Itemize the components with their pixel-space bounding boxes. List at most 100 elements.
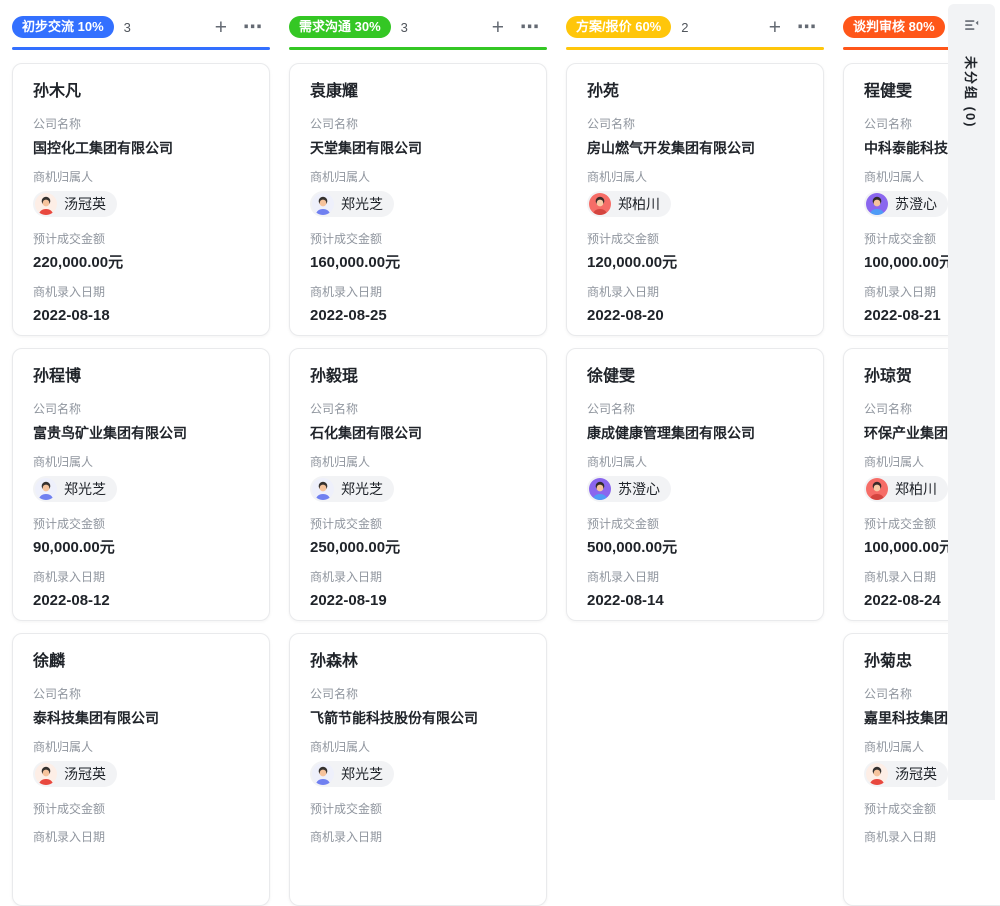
scrollbar-track[interactable]	[995, 0, 1000, 800]
card-list: 孙木凡 公司名称 国控化工集团有限公司 商机归属人 汤冠英 预计成交金额 220…	[12, 63, 270, 906]
opportunity-name: 袁康耀	[310, 81, 526, 103]
owner-label: 商机归属人	[310, 454, 526, 471]
owner-chip[interactable]: 郑柏川	[864, 476, 948, 502]
column-more-button[interactable]: ⋯	[243, 18, 262, 37]
opportunity-name: 徐健雯	[587, 366, 803, 388]
opportunity-name: 孙毅琨	[310, 366, 526, 388]
date-label: 商机录入日期	[310, 569, 526, 586]
owner-chip[interactable]: 汤冠英	[864, 761, 948, 787]
add-card-button[interactable]: +	[769, 17, 781, 38]
amount-value: 120,000.00元	[587, 253, 803, 273]
amount-label: 预计成交金额	[33, 516, 249, 533]
owner-chip[interactable]: 汤冠英	[33, 191, 117, 217]
column-header: 方案/报价 60% 2 + ⋯	[566, 14, 824, 40]
owner-name: 汤冠英	[64, 194, 106, 214]
person-avatar-icon	[312, 763, 334, 785]
opportunity-card[interactable]: 袁康耀 公司名称 天堂集团有限公司 商机归属人 郑光芝 预计成交金额 160,0…	[289, 63, 547, 336]
person-avatar-icon	[312, 478, 334, 500]
amount-label: 预计成交金额	[587, 516, 803, 533]
owner-label: 商机归属人	[33, 739, 249, 756]
person-avatar-icon	[312, 193, 334, 215]
company-label: 公司名称	[33, 401, 249, 418]
expand-group-icon[interactable]	[963, 17, 980, 39]
company-label: 公司名称	[310, 401, 526, 418]
owner-chip[interactable]: 郑光芝	[33, 476, 117, 502]
company-value: 天堂集团有限公司	[310, 138, 526, 158]
stage-column-3: 方案/报价 60% 2 + ⋯ 孙苑 公司名称 房山燃气开发集团有限公司 商机归…	[566, 14, 824, 800]
amount-value: 250,000.00元	[310, 538, 526, 558]
amount-label: 预计成交金额	[864, 801, 1000, 818]
owner-chip[interactable]: 苏澄心	[864, 191, 948, 217]
collapsed-group-panel[interactable]: 未分组 (0)	[948, 4, 995, 800]
column-color-bar	[12, 47, 270, 50]
company-value: 富贵鸟矿业集团有限公司	[33, 423, 249, 443]
opportunity-card[interactable]: 孙木凡 公司名称 国控化工集团有限公司 商机归属人 汤冠英 预计成交金额 220…	[12, 63, 270, 336]
amount-label: 预计成交金额	[33, 801, 249, 818]
owner-chip[interactable]: 汤冠英	[33, 761, 117, 787]
date-value: 2022-08-18	[33, 306, 249, 326]
stage-column-1: 初步交流 10% 3 + ⋯ 孙木凡 公司名称 国控化工集团有限公司 商机归属人…	[12, 14, 270, 800]
date-label: 商机录入日期	[587, 569, 803, 586]
owner-chip[interactable]: 郑光芝	[310, 761, 394, 787]
date-value: 2022-08-25	[310, 306, 526, 326]
company-value: 房山燃气开发集团有限公司	[587, 138, 803, 158]
amount-label: 预计成交金额	[33, 231, 249, 248]
date-value: 2022-08-12	[33, 591, 249, 611]
card-list: 孙苑 公司名称 房山燃气开发集团有限公司 商机归属人 郑柏川 预计成交金额 12…	[566, 63, 824, 621]
company-value: 国控化工集团有限公司	[33, 138, 249, 158]
owner-chip[interactable]: 郑光芝	[310, 191, 394, 217]
company-label: 公司名称	[587, 116, 803, 133]
amount-value: 160,000.00元	[310, 253, 526, 273]
date-label: 商机录入日期	[310, 829, 526, 846]
owner-name: 郑光芝	[341, 479, 383, 499]
company-value: 飞箭节能科技股份有限公司	[310, 708, 526, 728]
stage-badge[interactable]: 方案/报价 60%	[566, 16, 671, 38]
amount-label: 预计成交金额	[310, 801, 526, 818]
date-label: 商机录入日期	[33, 569, 249, 586]
column-count: 2	[681, 20, 688, 35]
owner-chip[interactable]: 苏澄心	[587, 476, 671, 502]
company-value: 康成健康管理集团有限公司	[587, 423, 803, 443]
amount-value: 220,000.00元	[33, 253, 249, 273]
owner-name: 郑柏川	[895, 479, 937, 499]
person-avatar-icon	[866, 763, 888, 785]
owner-label: 商机归属人	[310, 169, 526, 186]
person-avatar-icon	[35, 193, 57, 215]
opportunity-card[interactable]: 孙毅琨 公司名称 石化集团有限公司 商机归属人 郑光芝 预计成交金额 250,0…	[289, 348, 547, 621]
column-color-bar	[289, 47, 547, 50]
column-more-button[interactable]: ⋯	[797, 18, 816, 37]
opportunity-card[interactable]: 孙森林 公司名称 飞箭节能科技股份有限公司 商机归属人 郑光芝 预计成交金额 商…	[289, 633, 547, 906]
stage-badge[interactable]: 需求沟通 30%	[289, 16, 391, 38]
date-label: 商机录入日期	[33, 829, 249, 846]
collapsed-group-label: 未分组 (0)	[962, 56, 981, 129]
stage-badge[interactable]: 初步交流 10%	[12, 16, 114, 38]
amount-value: 500,000.00元	[587, 538, 803, 558]
add-card-button[interactable]: +	[215, 17, 227, 38]
date-label: 商机录入日期	[587, 284, 803, 301]
owner-name: 郑光芝	[341, 194, 383, 214]
column-header: 初步交流 10% 3 + ⋯	[12, 14, 270, 40]
company-label: 公司名称	[310, 116, 526, 133]
company-label: 公司名称	[310, 686, 526, 703]
opportunity-card[interactable]: 徐麟 公司名称 泰科技集团有限公司 商机归属人 汤冠英 预计成交金额 商机录入日…	[12, 633, 270, 906]
add-card-button[interactable]: +	[492, 17, 504, 38]
person-avatar-icon	[866, 193, 888, 215]
opportunity-card[interactable]: 孙程博 公司名称 富贵鸟矿业集团有限公司 商机归属人 郑光芝 预计成交金额 90…	[12, 348, 270, 621]
owner-label: 商机归属人	[587, 169, 803, 186]
owner-chip[interactable]: 郑柏川	[587, 191, 671, 217]
stage-column-2: 需求沟通 30% 3 + ⋯ 袁康耀 公司名称 天堂集团有限公司 商机归属人 郑…	[289, 14, 547, 800]
stage-badge[interactable]: 谈判审核 80%	[843, 16, 945, 38]
date-label: 商机录入日期	[310, 284, 526, 301]
opportunity-name: 孙木凡	[33, 81, 249, 103]
amount-label: 预计成交金额	[587, 231, 803, 248]
date-value: 2022-08-20	[587, 306, 803, 326]
kanban-board: 初步交流 10% 3 + ⋯ 孙木凡 公司名称 国控化工集团有限公司 商机归属人…	[0, 0, 1000, 800]
amount-label: 预计成交金额	[310, 516, 526, 533]
owner-name: 汤冠英	[895, 764, 937, 784]
owner-chip[interactable]: 郑光芝	[310, 476, 394, 502]
date-label: 商机录入日期	[864, 829, 1000, 846]
opportunity-card[interactable]: 徐健雯 公司名称 康成健康管理集团有限公司 商机归属人 苏澄心 预计成交金额 5…	[566, 348, 824, 621]
opportunity-name: 徐麟	[33, 651, 249, 673]
column-more-button[interactable]: ⋯	[520, 18, 539, 37]
opportunity-card[interactable]: 孙苑 公司名称 房山燃气开发集团有限公司 商机归属人 郑柏川 预计成交金额 12…	[566, 63, 824, 336]
